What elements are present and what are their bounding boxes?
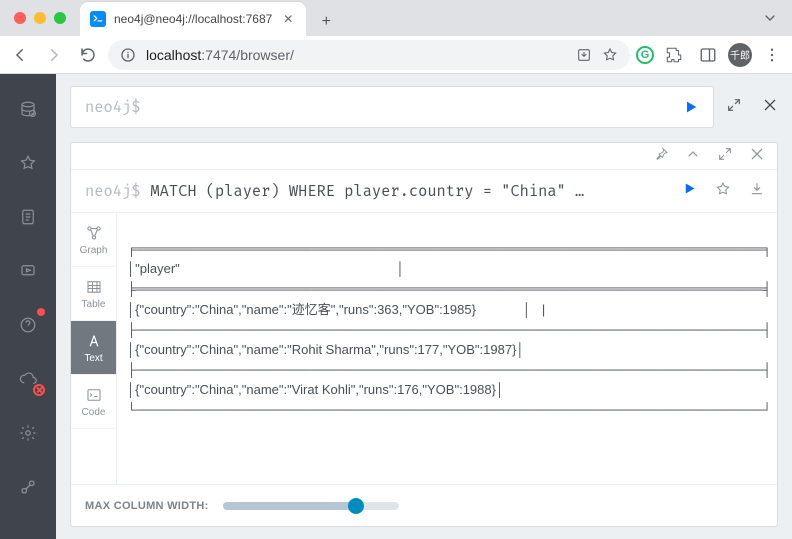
browser-tab[interactable]: neo4j@neo4j://localhost:7687 ✕ [80,2,306,36]
expand-icon[interactable] [726,97,742,118]
result-query-bar: neo4j$ MATCH (player) WHERE player.count… [71,169,777,213]
install-icon[interactable] [576,47,592,63]
result-frame: neo4j$ MATCH (player) WHERE player.count… [70,142,778,527]
run-query-button[interactable] [669,87,713,127]
close-icon[interactable]: ✕ [280,12,296,26]
favorites-icon[interactable] [15,150,41,176]
extension-grammarly-icon[interactable]: G [636,46,654,64]
browser-toolbar: localhost:7474/browser/ G 千郎 [0,36,792,74]
close-editor-icon[interactable] [762,97,778,118]
nav-back-button[interactable] [6,41,34,69]
collapse-icon[interactable] [685,146,701,167]
mac-window-controls[interactable] [14,12,66,24]
bookmark-star-icon[interactable] [602,47,618,63]
nav-forward-button[interactable] [40,41,68,69]
side-panel-button[interactable] [694,41,722,69]
help-icon[interactable] [15,312,41,338]
view-table-button[interactable]: Table [71,267,116,321]
window-titlebar: neo4j@neo4j://localhost:7687 ✕ + [0,0,792,36]
result-view-switcher: Graph Table Text Code [71,213,117,484]
site-info-icon[interactable] [120,47,136,63]
pin-icon[interactable] [653,146,669,167]
result-prompt: neo4j$ [85,182,140,201]
rerun-button[interactable] [682,181,697,201]
url-text: localhost:7474/browser/ [146,47,294,63]
view-text-button[interactable]: Text [71,321,116,375]
app-sidebar [0,74,56,539]
database-icon[interactable] [15,96,41,122]
address-bar[interactable]: localhost:7474/browser/ [108,40,630,70]
mac-close-dot[interactable] [14,12,26,24]
documents-icon[interactable] [15,204,41,230]
result-footer: MAX COLUMN WIDTH: [71,484,777,526]
editor-prompt: neo4j$ [71,98,140,117]
result-query-text: MATCH (player) WHERE player.country = "C… [150,182,674,201]
extensions-button[interactable] [660,41,688,69]
query-editor[interactable]: neo4j$ [70,86,714,128]
close-result-icon[interactable] [749,146,765,167]
view-code-button[interactable]: Code [71,375,116,429]
chevron-down-icon[interactable] [762,10,778,31]
mac-minimize-dot[interactable] [34,12,46,24]
guides-icon[interactable] [15,258,41,284]
result-text-output[interactable]: ╒═══════════════════════════════════════… [117,213,777,484]
tab-title: neo4j@neo4j://localhost:7687 [114,12,272,26]
new-tab-button[interactable]: + [312,8,340,36]
cloud-sync-icon[interactable] [15,366,41,392]
favorite-result-icon[interactable] [715,181,731,202]
mac-zoom-dot[interactable] [54,12,66,24]
profile-avatar[interactable]: 千郎 [728,43,752,67]
view-graph-button[interactable]: Graph [71,213,116,267]
download-icon[interactable] [749,181,765,202]
fullscreen-icon[interactable] [717,146,733,167]
chrome-menu-button[interactable] [758,41,786,69]
max-col-width-slider[interactable] [223,502,399,510]
terminal-icon [90,11,106,27]
settings-icon[interactable] [15,420,41,446]
about-neo4j-icon[interactable] [15,474,41,500]
max-col-label: MAX COLUMN WIDTH: [85,500,209,512]
reload-button[interactable] [74,41,102,69]
